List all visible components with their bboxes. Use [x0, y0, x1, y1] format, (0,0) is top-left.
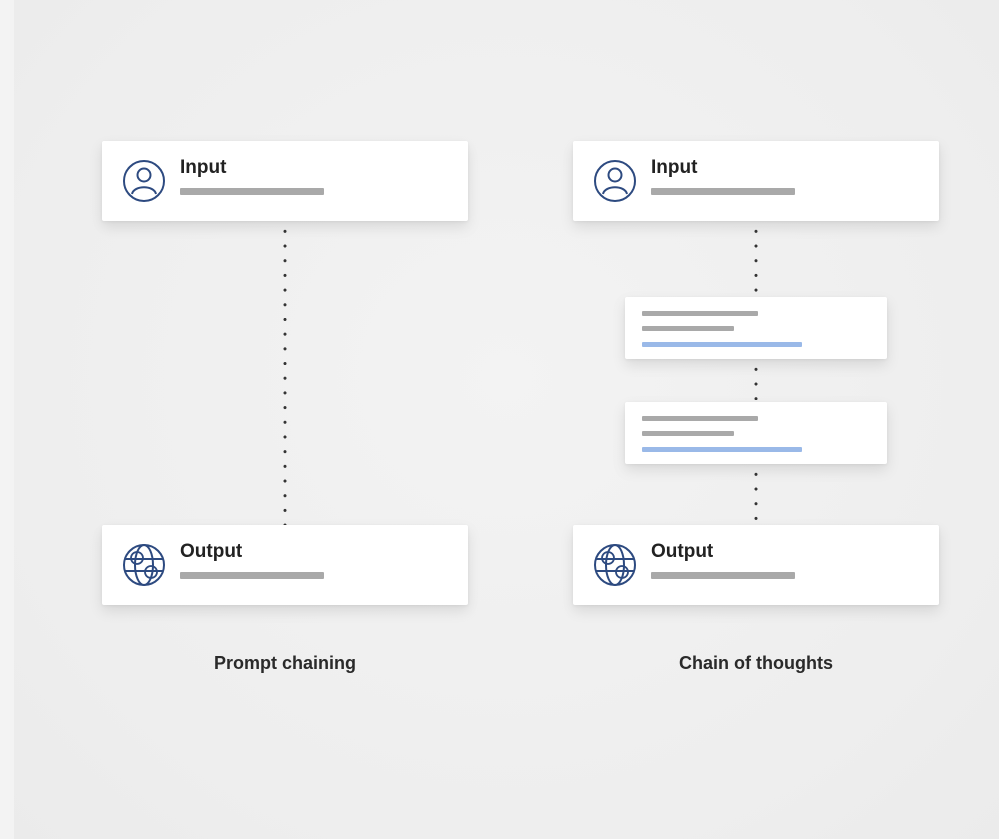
- right-input-title: Input: [651, 157, 698, 178]
- left-connector-dots: [283, 224, 287, 526]
- right-output-placeholder-line: [651, 572, 795, 579]
- left-input-card: Input: [102, 141, 468, 221]
- right-connector-dots-3: [754, 467, 758, 525]
- user-icon: [122, 159, 166, 203]
- step-line-highlight: [642, 342, 802, 347]
- right-output-card: Output: [573, 525, 939, 605]
- right-output-title: Output: [651, 541, 714, 562]
- right-connector-dots-2: [754, 362, 758, 400]
- globe-icon: [122, 543, 166, 587]
- left-input-placeholder-line: [180, 188, 324, 195]
- right-input-card: Input: [573, 141, 939, 221]
- right-caption: Chain of thoughts: [679, 653, 833, 673]
- right-step-card-1: [625, 297, 887, 359]
- diagram-canvas: Input Output Prompt chaining Input Outpu…: [14, 0, 999, 839]
- step-line: [642, 431, 734, 436]
- globe-icon: [593, 543, 637, 587]
- right-connector-dots-1: [754, 224, 758, 296]
- left-output-placeholder-line: [180, 572, 324, 579]
- step-line-highlight: [642, 447, 802, 452]
- left-output-card: Output: [102, 525, 468, 605]
- user-icon: [593, 159, 637, 203]
- step-line: [642, 326, 734, 331]
- left-output-title: Output: [180, 541, 243, 562]
- step-line: [642, 311, 758, 316]
- left-caption: Prompt chaining: [213, 653, 356, 673]
- left-input-title: Input: [180, 157, 227, 178]
- right-step-card-2: [625, 402, 887, 464]
- step-line: [642, 416, 758, 421]
- right-input-placeholder-line: [651, 188, 795, 195]
